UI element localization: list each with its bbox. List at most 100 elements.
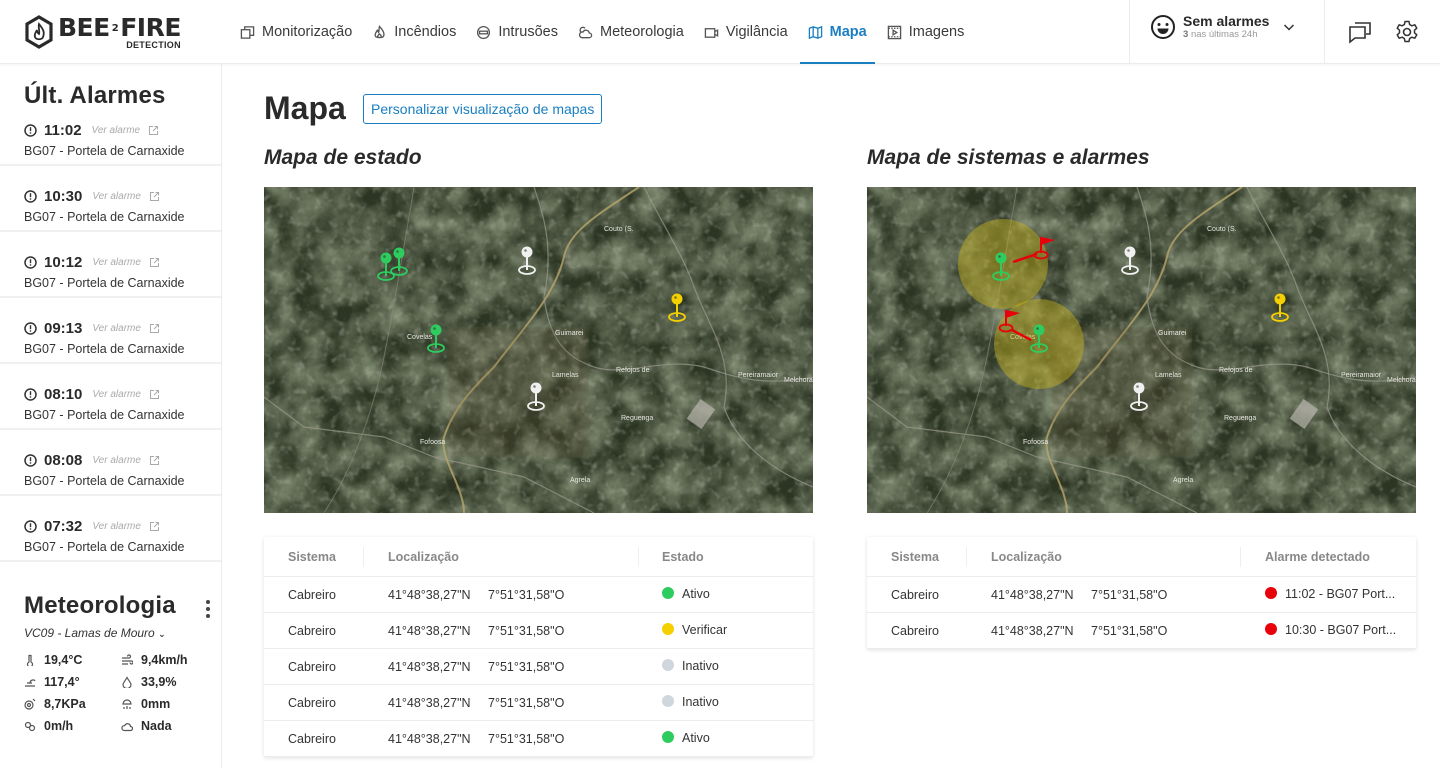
nav-monitorizacao[interactable]: Monitorização bbox=[232, 0, 360, 64]
alarm-list-item[interactable]: 10:12 Ver alarme BG07 - Portela de Carnaxi… bbox=[0, 232, 221, 298]
map-place-label: Couto (S. bbox=[1207, 226, 1237, 233]
cell-system: Cabreiro bbox=[288, 732, 336, 746]
map-place-label: Refojos de bbox=[616, 367, 650, 374]
cell-system: Cabreiro bbox=[288, 696, 336, 710]
meteo-reading: 33,9% bbox=[121, 674, 221, 690]
customize-maps-button[interactable]: Personalizar visualização de mapas bbox=[363, 94, 603, 124]
map-place-label: Reguenga bbox=[1224, 415, 1256, 422]
view-alarm-link[interactable]: Ver alarme bbox=[92, 521, 141, 532]
chat-icon[interactable] bbox=[1347, 19, 1373, 45]
nav-intrusoes[interactable]: Intrusões bbox=[468, 0, 566, 64]
view-alarm-link[interactable]: Ver alarme bbox=[92, 455, 141, 466]
alarm-list-item[interactable]: 08:08 Ver alarme BG07 - Portela de Carnaxi… bbox=[0, 430, 221, 496]
alarm-count-suffix: nas últimas 24h bbox=[1190, 29, 1258, 41]
status-table: Sistema Localização Estado Cabreiro 41°48… bbox=[264, 537, 813, 757]
station-selector[interactable]: VC09 - Lamas de Mouro ⌄ bbox=[24, 626, 222, 640]
table-row[interactable]: Cabreiro 41°48°38,27"N 7°51°31,58"O 11:02 -… bbox=[867, 577, 1416, 613]
nav-meteorologia[interactable]: Meteorologia bbox=[570, 0, 692, 64]
alert-circle-icon bbox=[24, 519, 37, 533]
table-row[interactable]: Cabreiro 41°48°38,27"N 7°51°31,58"O 10:30 -… bbox=[867, 613, 1416, 649]
status-dot-icon bbox=[1265, 623, 1277, 635]
chevron-down-icon: ⌄ bbox=[158, 629, 166, 639]
view-alarm-link[interactable]: Ver alarme bbox=[92, 257, 141, 268]
cell-longitude: 7°51°31,58"O bbox=[488, 624, 565, 638]
status-map[interactable]: Covelas Guimarei Lamelas Refojos de Reguenga… bbox=[264, 187, 813, 513]
cell-status: Ativo bbox=[662, 731, 710, 745]
cloud-icon bbox=[121, 723, 133, 732]
external-link-icon[interactable] bbox=[149, 455, 160, 466]
alert-circle-icon bbox=[24, 453, 37, 467]
table-row[interactable]: Cabreiro 41°48°38,27"N 7°51°31,58"O Ativo bbox=[264, 721, 813, 757]
external-link-icon[interactable] bbox=[149, 257, 160, 268]
table-row[interactable]: Cabreiro 41°48°38,27"N 7°51°31,58"O Ativo bbox=[264, 577, 813, 613]
cloud-sun-icon bbox=[578, 26, 593, 38]
map-place-label: Pereiramaior bbox=[1341, 372, 1382, 379]
table-row[interactable]: Cabreiro 41°48°38,27"N 7°51°31,58"O Verific… bbox=[264, 613, 813, 649]
nav-label: Meteorologia bbox=[600, 24, 684, 40]
cell-longitude: 7°51°31,58"O bbox=[488, 588, 565, 602]
table-row[interactable]: Cabreiro 41°48°38,27"N 7°51°31,58"O Inativo bbox=[264, 685, 813, 721]
rain-icon bbox=[122, 699, 132, 709]
alarm-status-dropdown[interactable]: Sem alarmes 3 nas últimas 24h bbox=[1150, 14, 1295, 40]
nav-vigilancia[interactable]: Vigilância bbox=[696, 0, 796, 64]
alarm-location: BG07 - Portela de Carnaxide bbox=[24, 540, 185, 554]
alarm-time: 09:13 bbox=[44, 319, 83, 337]
external-link-icon[interactable] bbox=[148, 125, 159, 136]
map-place-label: Reguenga bbox=[621, 415, 653, 422]
chevron-down-icon bbox=[1284, 24, 1295, 31]
alarm-text: 10:30 - BG07 Port... bbox=[1285, 623, 1397, 637]
meteo-value: 0mm bbox=[141, 697, 171, 711]
nav-imagens[interactable]: Imagens bbox=[879, 0, 973, 64]
nav-label: Mapa bbox=[829, 24, 867, 40]
nav-mapa[interactable]: Mapa bbox=[799, 0, 875, 64]
recent-alarms-list: 11:02 Ver alarme BG07 - Portela de Carnaxi… bbox=[0, 116, 221, 562]
cell-latitude: 41°48°38,27"N bbox=[991, 624, 1074, 638]
table-row[interactable]: Cabreiro 41°48°38,27"N 7°51°31,58"O Inativo bbox=[264, 649, 813, 685]
rain-rate-icon bbox=[24, 721, 36, 732]
flame-hexagon-icon bbox=[25, 15, 53, 49]
external-link-icon[interactable] bbox=[149, 521, 160, 532]
alert-circle-icon bbox=[24, 321, 37, 335]
cell-status: Ativo bbox=[662, 587, 710, 601]
alarm-location: BG07 - Portela de Carnaxide bbox=[24, 276, 185, 290]
bee2fire-logo[interactable]: BEE 2FIRE DETECTION bbox=[24, 12, 181, 52]
satellite-map-canvas: Covelas Guimarei Lamelas Refojos de Reguenga… bbox=[264, 187, 813, 513]
alarm-list-item[interactable]: 07:32 Ver alarme BG07 - Portela de Carnaxi… bbox=[0, 496, 221, 562]
alarm-list-item[interactable]: 08:10 Ver alarme BG07 - Portela de Carnaxi… bbox=[0, 364, 221, 430]
alarms-map[interactable]: Covelas Guimarei Lamelas Refojos de Reguenga… bbox=[867, 187, 1416, 513]
cell-latitude: 41°48°38,27"N bbox=[388, 732, 471, 746]
external-link-icon[interactable] bbox=[149, 389, 160, 400]
meteo-reading: 0mm bbox=[121, 696, 221, 712]
view-alarm-link[interactable]: Ver alarme bbox=[92, 323, 141, 334]
cell-alarm: 10:30 - BG07 Port... bbox=[1265, 623, 1396, 637]
alarm-count: 3 bbox=[1183, 29, 1189, 41]
view-alarm-link[interactable]: Ver alarme bbox=[92, 389, 141, 400]
more-options-icon[interactable] bbox=[206, 600, 210, 621]
map-place-label: Agrela bbox=[570, 477, 590, 484]
status-map-title: Mapa de estado bbox=[264, 146, 422, 169]
gear-icon[interactable] bbox=[1394, 19, 1420, 45]
alarms-table: Sistema Localização Alarme detectado Cab… bbox=[867, 537, 1416, 649]
view-alarm-link[interactable]: Ver alarme bbox=[92, 125, 141, 136]
status-dot-icon bbox=[662, 623, 674, 635]
nav-incendios[interactable]: Incêndios bbox=[364, 0, 464, 64]
map-place-label: Melchora bbox=[1387, 377, 1416, 384]
status-dot-icon bbox=[662, 731, 674, 743]
status-text: Inativo bbox=[682, 659, 719, 673]
map-place-label: Couto (S. bbox=[604, 226, 634, 233]
col-header-status: Estado bbox=[662, 549, 704, 564]
logo-text-fire: FIRE bbox=[120, 12, 181, 42]
logo-subtitle: DETECTION bbox=[126, 39, 181, 50]
col-header-alarm: Alarme detectado bbox=[1265, 549, 1370, 564]
cell-system: Cabreiro bbox=[288, 660, 336, 674]
alarm-list-item[interactable]: 11:02 Ver alarme BG07 - Portela de Carnaxi… bbox=[0, 116, 221, 166]
view-alarm-link[interactable]: Ver alarme bbox=[92, 191, 141, 202]
cell-latitude: 41°48°38,27"N bbox=[388, 588, 471, 602]
cell-alarm: 11:02 - BG07 Port... bbox=[1265, 587, 1395, 601]
external-link-icon[interactable] bbox=[149, 191, 160, 202]
alarm-list-item[interactable]: 10:30 Ver alarme BG07 - Portela de Carnaxi… bbox=[0, 166, 221, 232]
meteo-reading: 0m/h bbox=[24, 718, 121, 734]
top-header: BEE 2FIRE DETECTION Monitorização Incêndi… bbox=[0, 0, 1440, 64]
external-link-icon[interactable] bbox=[149, 323, 160, 334]
alarm-list-item[interactable]: 09:13 Ver alarme BG07 - Portela de Carnaxi… bbox=[0, 298, 221, 364]
